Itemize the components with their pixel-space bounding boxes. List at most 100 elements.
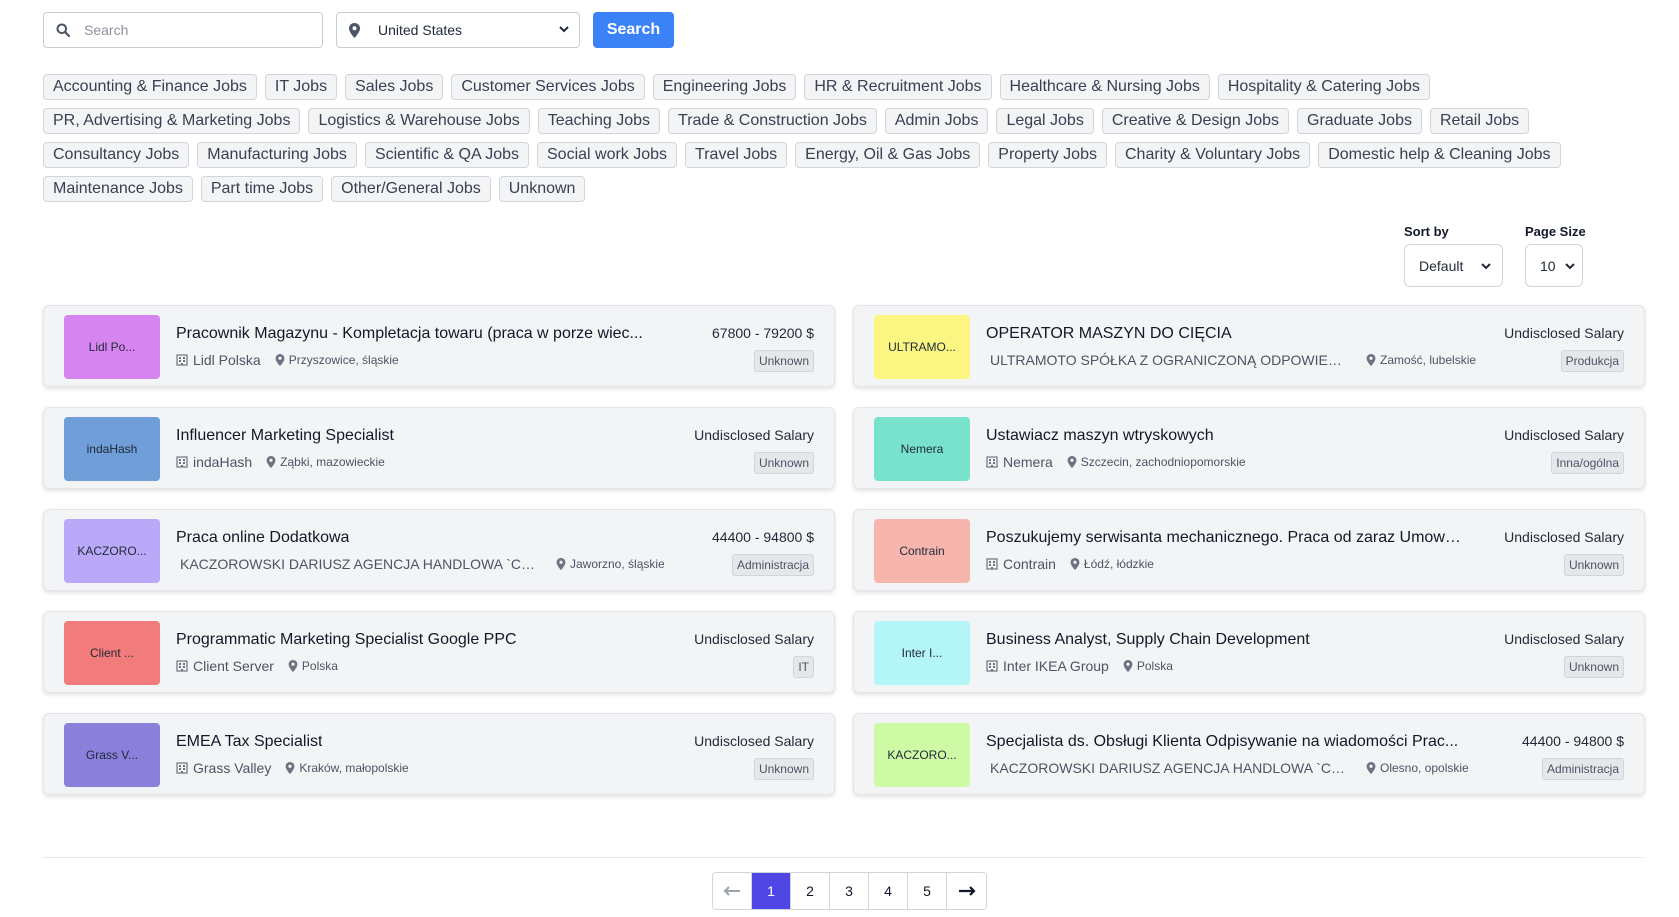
category-chip[interactable]: Trade & Construction Jobs	[668, 108, 877, 134]
job-card[interactable]: Lidl Po... Pracownik Magazynu - Kompletac…	[43, 305, 835, 387]
category-chip[interactable]: Scientific & QA Jobs	[364, 142, 529, 168]
category-chip[interactable]: Part time Jobs	[200, 176, 324, 202]
company-logo: KACZORO...	[874, 723, 970, 787]
job-meta: Nemera Szczecin, zachodniopomorskie	[986, 454, 1246, 470]
company-logo-text: ULTRAMO...	[888, 340, 956, 354]
job-category-tag: Administracja	[731, 554, 814, 576]
category-chip[interactable]: Manufacturing Jobs	[197, 142, 357, 168]
category-chip[interactable]: Hospitality & Catering Jobs	[1217, 74, 1430, 100]
job-card[interactable]: Contrain Poszukujemy serwisanta mechanicz…	[853, 509, 1645, 591]
prev-page-button[interactable]	[713, 873, 752, 909]
company-name: Inter IKEA Group	[1003, 658, 1109, 674]
category-chip[interactable]: Sales Jobs	[345, 74, 444, 100]
category-chip[interactable]: Retail Jobs	[1429, 108, 1530, 134]
job-meta: KACZOROWSKI DARIUSZ AGENCJA HANDLOWA `CA…	[176, 556, 665, 572]
page-button[interactable]: 1	[752, 873, 791, 909]
job-salary: Undisclosed Salary	[1504, 631, 1624, 647]
job-title[interactable]: OPERATOR MASZYN DO CIĘCIA	[986, 325, 1232, 343]
job-location: Olesno, opolskie	[1380, 761, 1469, 775]
job-card[interactable]: Grass V... EMEA Tax Specialist Grass Valle…	[43, 713, 835, 795]
job-salary: Undisclosed Salary	[694, 427, 814, 443]
job-title[interactable]: Specjalista ds. Obsługi Klienta Odpisywa…	[986, 733, 1458, 751]
building-icon	[176, 456, 188, 468]
job-salary: Undisclosed Salary	[694, 631, 814, 647]
pagination: 12345	[712, 872, 987, 910]
sort-select[interactable]: Default	[1404, 244, 1503, 287]
category-chip[interactable]: Social work Jobs	[537, 142, 678, 168]
search-field[interactable]	[43, 12, 323, 48]
country-select[interactable]: United States	[336, 12, 580, 48]
category-chip[interactable]: Other/General Jobs	[331, 176, 491, 202]
search-input[interactable]	[82, 21, 302, 39]
category-chip[interactable]: Logistics & Warehouse Jobs	[308, 108, 530, 134]
job-title[interactable]: Ustawiacz maszyn wtryskowych	[986, 427, 1214, 445]
category-chip[interactable]: Travel Jobs	[685, 142, 788, 168]
page-button[interactable]: 5	[908, 873, 947, 909]
job-meta: KACZOROWSKI DARIUSZ AGENCJA HANDLOWA `CA…	[986, 760, 1469, 776]
job-category-tag: Unknown	[1563, 554, 1624, 576]
job-location: Przyszowice, śląskie	[288, 353, 399, 367]
page-button[interactable]: 3	[830, 873, 869, 909]
category-chip[interactable]: Legal Jobs	[996, 108, 1094, 134]
job-title[interactable]: Poszukujemy serwisanta mechanicznego. Pr…	[986, 529, 1466, 547]
job-card[interactable]: ULTRAMO... OPERATOR MASZYN DO CIĘCIA ULTRA…	[853, 305, 1645, 387]
category-chip[interactable]: Engineering Jobs	[652, 74, 797, 100]
job-card[interactable]: KACZORO... Specjalista ds. Obsługi Klient…	[853, 713, 1645, 795]
category-chip[interactable]: Energy, Oil & Gas Jobs	[795, 142, 981, 168]
company-name: KACZOROWSKI DARIUSZ AGENCJA HANDLOWA `CA…	[180, 556, 540, 572]
job-meta: Grass Valley Kraków, małopolskie	[176, 760, 409, 776]
category-chip[interactable]: Customer Services Jobs	[451, 74, 645, 100]
map-pin-icon	[1067, 456, 1077, 468]
company-logo: Nemera	[874, 417, 970, 481]
building-icon	[176, 660, 188, 672]
page-size-control: Page Size 10	[1525, 224, 1586, 287]
map-pin-icon	[1366, 762, 1376, 774]
job-card[interactable]: KACZORO... Praca online Dodatkowa KACZOROW…	[43, 509, 835, 591]
job-title[interactable]: Programmatic Marketing Specialist Google…	[176, 631, 517, 649]
company-name: ULTRAMOTO SPÓŁKA Z OGRANICZONĄ ODPOWIEDZ…	[990, 352, 1350, 368]
category-chip[interactable]: IT Jobs	[264, 74, 338, 100]
job-card[interactable]: Inter I... Business Analyst, Supply Chain…	[853, 611, 1645, 693]
page-button[interactable]: 4	[869, 873, 908, 909]
job-title[interactable]: Business Analyst, Supply Chain Developme…	[986, 631, 1310, 649]
category-chip[interactable]: Domestic help & Cleaning Jobs	[1318, 142, 1561, 168]
job-title[interactable]: Pracownik Magazynu - Kompletacja towaru …	[176, 325, 643, 343]
category-chip[interactable]: Accounting & Finance Jobs	[43, 74, 257, 100]
job-card[interactable]: Client ... Programmatic Marketing Special…	[43, 611, 835, 693]
category-chip[interactable]: Graduate Jobs	[1297, 108, 1422, 134]
company-name: KACZOROWSKI DARIUSZ AGENCJA HANDLOWA `CA…	[990, 760, 1350, 776]
category-chip[interactable]: Unknown	[498, 176, 586, 202]
category-chip[interactable]: Creative & Design Jobs	[1101, 108, 1290, 134]
job-meta: Inter IKEA Group Polska	[986, 658, 1173, 674]
building-icon	[176, 354, 188, 366]
category-chip[interactable]: Charity & Voluntary Jobs	[1114, 142, 1311, 168]
page-size-select[interactable]: 10	[1525, 244, 1583, 287]
job-category-tag: Produkcja	[1560, 350, 1624, 372]
job-title[interactable]: EMEA Tax Specialist	[176, 733, 322, 751]
search-button[interactable]: Search	[593, 12, 674, 48]
job-category-tag: Inna/ogólna	[1551, 452, 1624, 474]
job-card[interactable]: indaHash Influencer Marketing Specialist i…	[43, 407, 835, 489]
category-chip[interactable]: HR & Recruitment Jobs	[804, 74, 992, 100]
job-title[interactable]: Influencer Marketing Specialist	[176, 427, 394, 445]
category-chip[interactable]: Teaching Jobs	[537, 108, 661, 134]
next-page-button[interactable]	[947, 873, 986, 909]
job-meta: Client Server Polska	[176, 658, 338, 674]
search-bar: United States Search	[43, 12, 674, 48]
category-chip[interactable]: Admin Jobs	[884, 108, 989, 134]
category-chip[interactable]: Property Jobs	[988, 142, 1107, 168]
job-salary: Undisclosed Salary	[694, 733, 814, 749]
category-chip[interactable]: Maintenance Jobs	[43, 176, 193, 202]
job-location: Kraków, małopolskie	[299, 761, 409, 775]
page-button[interactable]: 2	[791, 873, 830, 909]
category-chip[interactable]: Healthcare & Nursing Jobs	[999, 74, 1210, 100]
job-title[interactable]: Praca online Dodatkowa	[176, 529, 349, 547]
job-category-tag: Unknown	[753, 758, 814, 780]
category-chip[interactable]: Consultancy Jobs	[43, 142, 190, 168]
map-pin-icon	[285, 762, 295, 774]
job-card[interactable]: Nemera Ustawiacz maszyn wtryskowych Nemera…	[853, 407, 1645, 489]
company-name: Client Server	[193, 658, 274, 674]
company-logo: Client ...	[64, 621, 160, 685]
category-chip[interactable]: PR, Advertising & Marketing Jobs	[43, 108, 301, 134]
company-logo: Contrain	[874, 519, 970, 583]
